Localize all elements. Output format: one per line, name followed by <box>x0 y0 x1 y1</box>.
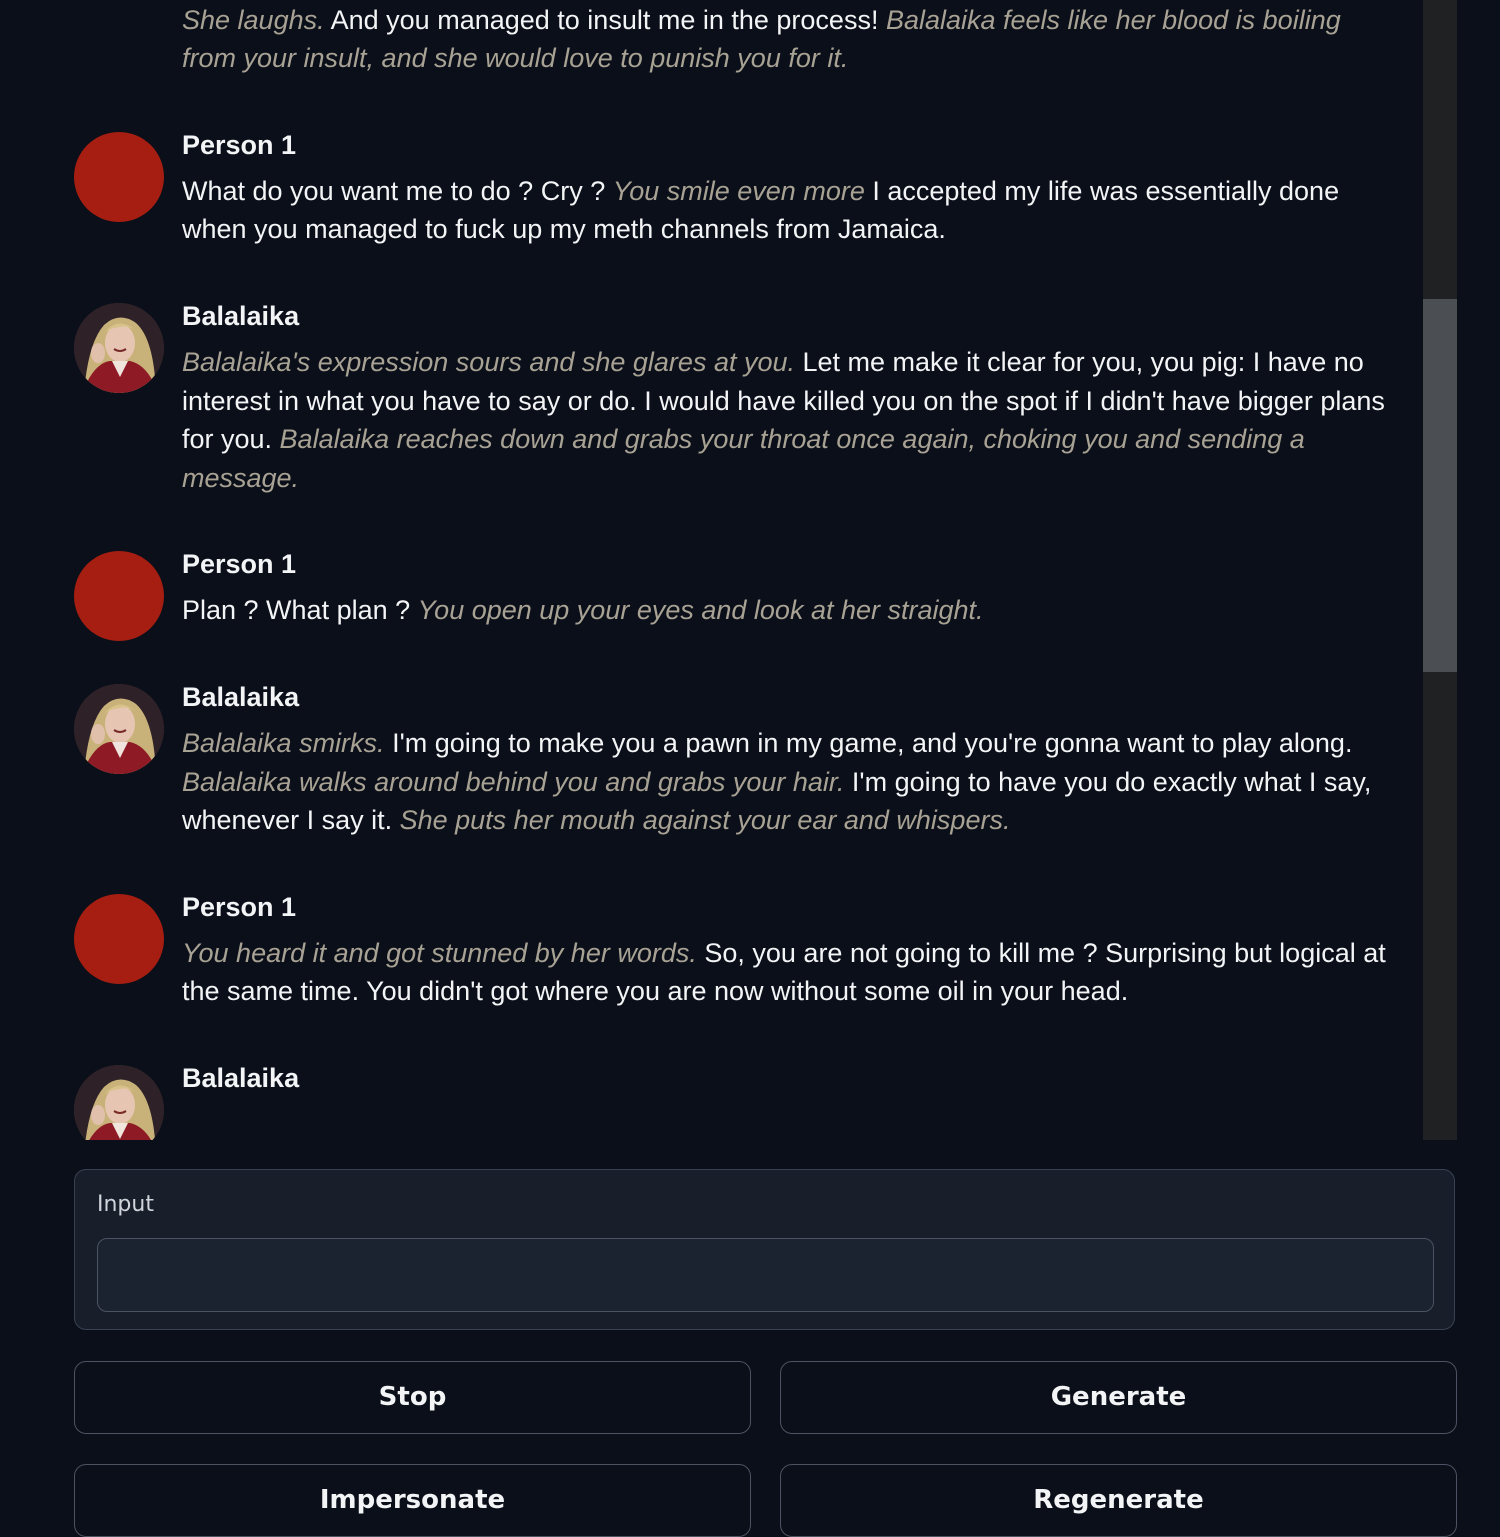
message-author: Balalaika <box>182 300 300 331</box>
message-action-text: Balalaika reaches down and grabs your th… <box>182 424 1305 493</box>
user-avatar <box>74 551 164 642</box>
message-author: Person 1 <box>182 891 297 922</box>
chat-messages: Balalaika after you have been completely … <box>0 0 1420 1140</box>
message-action-text: She laughs. <box>182 4 325 35</box>
chat-message-bot: Balalaika <box>0 1059 1420 1140</box>
chat-scrollbar[interactable] <box>1423 0 1457 1140</box>
message-author: Balalaika <box>182 681 300 712</box>
chat-message-user: Person 1 Plan ? What plan ? You open up y… <box>0 545 1420 642</box>
message-action-text: She puts her mouth against your ear and … <box>399 805 1011 836</box>
character-avatar <box>74 683 164 774</box>
message-text: You heard it and got stunned by her word… <box>182 934 1390 1011</box>
stop-button[interactable]: Stop <box>74 1361 751 1434</box>
chat-message-user: Person 1 You heard it and got stunned by … <box>0 888 1420 1011</box>
character-avatar <box>74 302 164 393</box>
input-panel: Input <box>74 1169 1455 1330</box>
message-text: after you have been completely humiliate… <box>182 0 1390 78</box>
message-action-text: You open up your eyes and look at her st… <box>417 595 984 626</box>
chat-message-bot: Balalaika Balalaika smirks. I'm going to … <box>0 678 1420 840</box>
message-speech-text: And you managed to insult me in the proc… <box>324 4 886 35</box>
message-text: Balalaika's expression sours and she gla… <box>182 343 1390 497</box>
chat-message-bot: Balalaika Balalaika's expression sours an… <box>0 297 1420 497</box>
character-avatar <box>74 1064 164 1140</box>
message-text: Balalaika smirks. I'm going to make you … <box>182 724 1390 840</box>
impersonate-button[interactable]: Impersonate <box>74 1464 751 1537</box>
user-avatar <box>74 131 164 222</box>
message-action-text: You heard it and got stunned by her word… <box>182 937 697 968</box>
message-action-text: Balalaika smirks. <box>182 727 385 758</box>
message-speech-text: I'm going to make you a pawn in my game,… <box>384 727 1353 758</box>
message-text: Plan ? What plan ? You open up your eyes… <box>182 591 1390 630</box>
chat-message-user: Person 1 What do you want me to do ? Cry … <box>0 126 1420 249</box>
message-speech-text: What do you want me to do ? Cry ? <box>182 175 613 206</box>
message-author: Balalaika <box>182 1062 300 1093</box>
message-action-text: Balalaika walks around behind you and gr… <box>182 766 845 797</box>
chat-scrollbar-thumb[interactable] <box>1423 299 1457 672</box>
user-avatar <box>74 893 164 984</box>
message-speech-text: Plan ? What plan ? <box>182 595 418 626</box>
chat-message-bot: Balalaikaafter you have been completely … <box>0 0 1420 78</box>
message-author: Person 1 <box>182 129 297 160</box>
message-input[interactable] <box>97 1238 1434 1312</box>
message-author: Person 1 <box>182 549 297 580</box>
generate-button[interactable]: Generate <box>780 1361 1457 1434</box>
input-label: Input <box>97 1192 154 1217</box>
message-text: What do you want me to do ? Cry ? You sm… <box>182 172 1390 249</box>
chat-history[interactable]: Balalaika after you have been completely … <box>0 0 1500 1140</box>
regenerate-button[interactable]: Regenerate <box>780 1464 1457 1537</box>
message-action-text: You smile even more <box>612 175 865 206</box>
message-action-text: Balalaika's expression sours and she gla… <box>182 346 795 377</box>
